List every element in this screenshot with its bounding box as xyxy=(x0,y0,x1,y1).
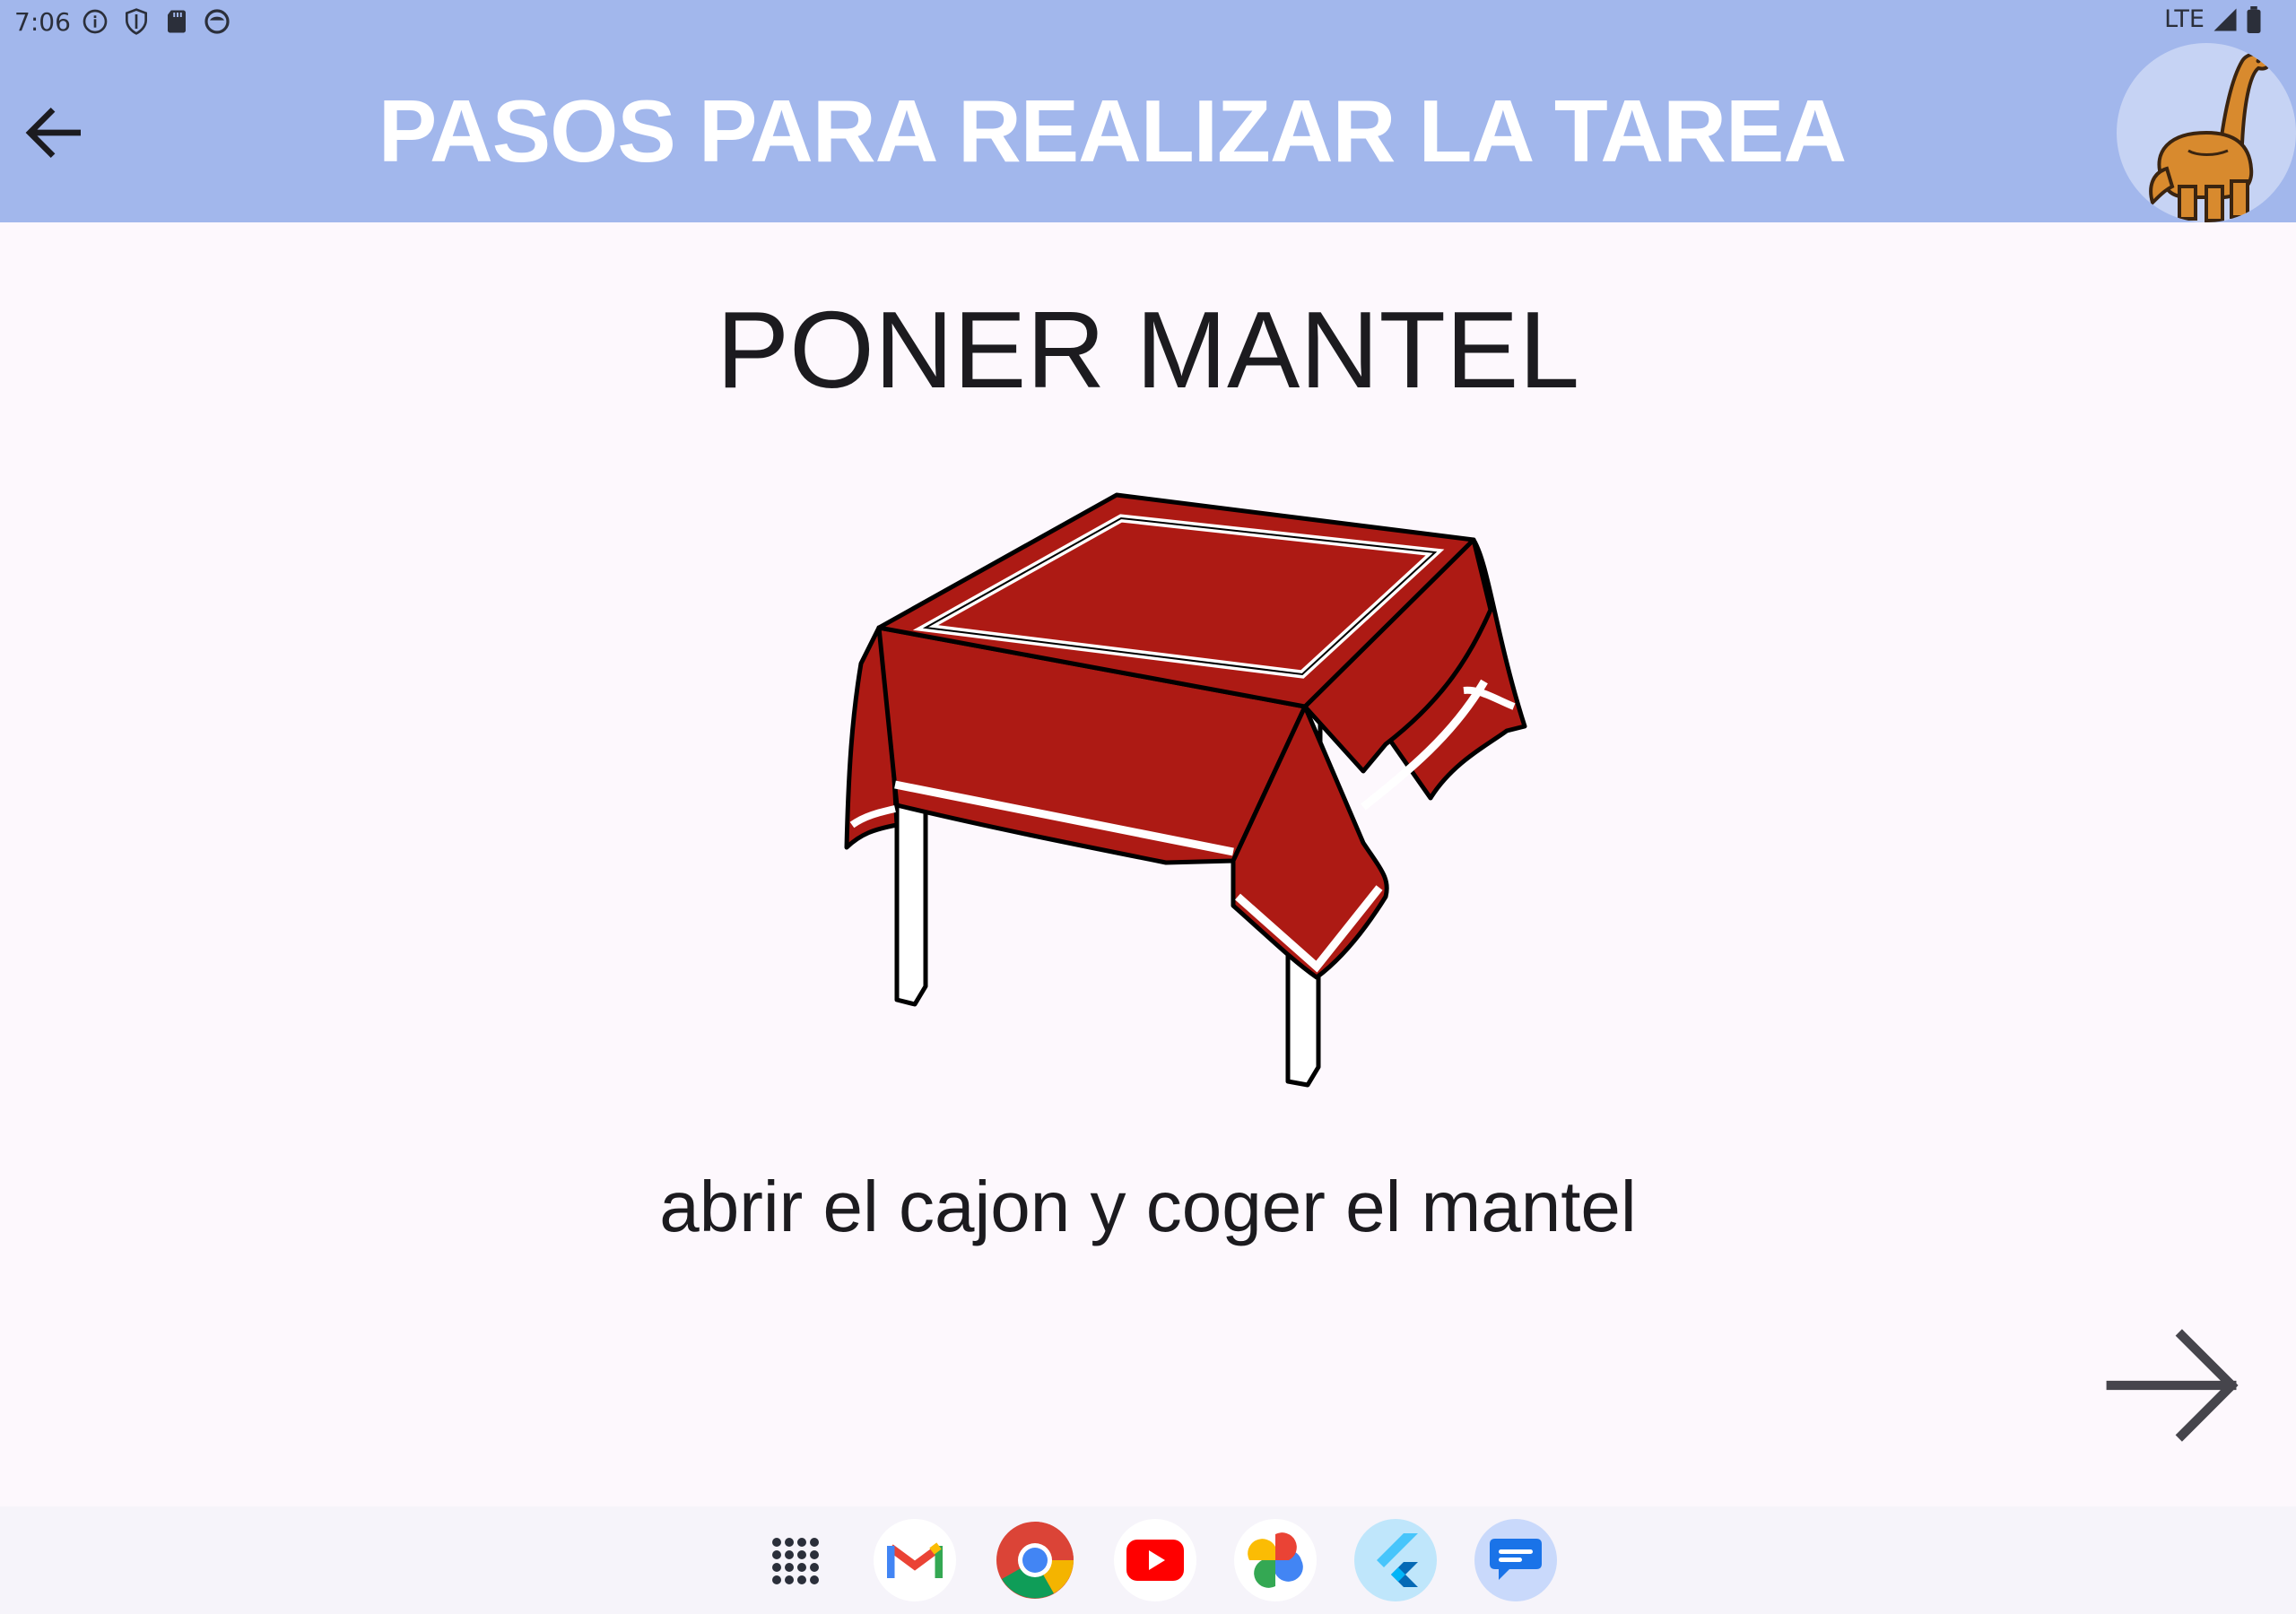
app-drawer-button[interactable] xyxy=(753,1519,836,1601)
status-time: 7:06 xyxy=(14,7,71,37)
table-with-tablecloth-illustration xyxy=(844,492,1527,1088)
info-icon xyxy=(83,9,108,34)
photos-icon xyxy=(1248,1532,1303,1588)
app-bar: PASOS PARA REALIZAR LA TAREA xyxy=(0,43,2296,222)
chrome-icon xyxy=(996,1522,1074,1599)
youtube-icon xyxy=(1126,1540,1184,1581)
shield-icon xyxy=(126,8,147,35)
page-title: PASOS PARA REALIZAR LA TAREA xyxy=(378,82,1847,180)
flutter-app[interactable] xyxy=(1354,1519,1437,1601)
network-label: LTE xyxy=(2164,5,2205,33)
avatar[interactable] xyxy=(2117,43,2296,222)
app-drawer-icon xyxy=(772,1538,819,1584)
face-icon xyxy=(204,9,230,34)
status-icons xyxy=(81,5,231,38)
gmail-app[interactable] xyxy=(874,1519,956,1601)
taskbar xyxy=(0,1506,2296,1614)
task-description: abrir el cajon y coger el mantel xyxy=(659,1167,1637,1246)
sd-card-icon xyxy=(168,10,186,33)
photos-app[interactable] xyxy=(1234,1519,1317,1601)
status-bar: 7:06 LTE xyxy=(0,0,2296,43)
arrow-forward-icon xyxy=(2106,1329,2239,1442)
gmail-icon xyxy=(887,1542,943,1578)
chrome-app[interactable] xyxy=(994,1519,1076,1601)
task-illustration xyxy=(825,475,1543,1121)
dock xyxy=(753,1519,1557,1601)
youtube-app[interactable] xyxy=(1114,1519,1196,1601)
battery-icon xyxy=(2247,5,2261,33)
flutter-icon xyxy=(1377,1533,1418,1587)
dinosaur-icon xyxy=(2149,52,2271,222)
signal-icon xyxy=(2213,8,2237,30)
status-right: LTE xyxy=(2164,5,2262,33)
messages-icon xyxy=(1490,1539,1542,1580)
next-button[interactable] xyxy=(2090,1300,2260,1471)
task-title: PONER MANTEL xyxy=(716,289,1580,411)
messages-app[interactable] xyxy=(1474,1519,1557,1601)
